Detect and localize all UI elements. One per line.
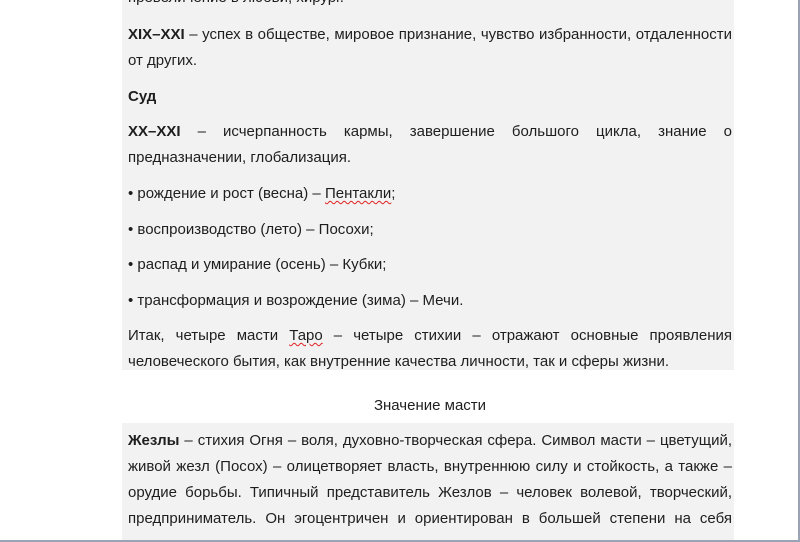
text-segment: Итак, четыре масти	[128, 327, 290, 344]
spellcheck-word[interactable]: Таро	[289, 327, 323, 344]
paragraph-xix-xxi: XIX–XXI – успех в обществе, мировое приз…	[128, 22, 732, 74]
bullet-item: • рождение и рост (весна) – Пентакли;	[128, 181, 732, 207]
document-page[interactable]: превеличение в любви, хирург. XIX–XXI – …	[0, 0, 798, 540]
text-line: предприниматель. Он эгоцентричен и ориен…	[128, 510, 732, 527]
bullet-item: • распад и умирание (осень) – Кубки;	[128, 252, 732, 278]
term-xx-xxi: XX–XXI	[128, 123, 181, 140]
text-line: от других.	[128, 52, 197, 69]
paragraph-cut-top: превеличение в любви, хирург.	[128, 0, 732, 11]
paragraph-wands: Жезлы – стихия Огня – воля, духовно-твор…	[128, 428, 732, 532]
document-window: превеличение в любви, хирург. XIX–XXI – …	[0, 0, 800, 542]
term-wands: Жезлы	[128, 432, 180, 449]
bullet-text: • рождение и рост (весна) –	[128, 185, 325, 202]
term-xix-xxi: XIX–XXI	[128, 26, 185, 43]
paragraph-xx-xxi: XX–XXI – исчерпанность кармы, завершение…	[128, 119, 732, 171]
section-title: Значение масти	[373, 397, 487, 414]
text-line: – исчерпанность кармы, завершение большо…	[180, 123, 732, 140]
text-segment: – стихия Огня – воля, духовно-творческая…	[179, 432, 732, 449]
heading-text: Суд	[128, 88, 157, 105]
bullet-item: • воспроизводство (лето) – Посохи;	[128, 217, 732, 243]
bullet-suffix: ;	[391, 185, 396, 202]
text-line: живой жезл (Посох) – олицетворяет власть…	[128, 458, 732, 475]
text-line: предназначении, глобализация.	[128, 149, 352, 166]
bullet-text: • трансформация и возрождение (зима) – М…	[128, 292, 464, 309]
bullet-text: • распад и умирание (осень) – Кубки;	[128, 256, 387, 273]
paragraph-itak: Итак, четыре масти Таро – четыре стихии …	[128, 323, 732, 375]
text-line: человеческого бытия, как внутренние каче…	[128, 353, 670, 370]
text-line: – успех в обществе, мировое признание, ч…	[184, 26, 732, 43]
text-line: превеличение в любви, хирург.	[128, 0, 732, 11]
bullet-text: • воспроизводство (лето) – Посохи;	[128, 221, 374, 238]
text-line: орудие борьбы. Типичный представитель Же…	[128, 484, 732, 501]
text-segment: – четыре стихии – отражают основные проя…	[322, 327, 732, 344]
bullet-item: • трансформация и возрождение (зима) – М…	[128, 288, 732, 314]
spellcheck-word[interactable]: Пентакли	[325, 185, 391, 202]
heading-sud: Суд	[128, 84, 732, 110]
